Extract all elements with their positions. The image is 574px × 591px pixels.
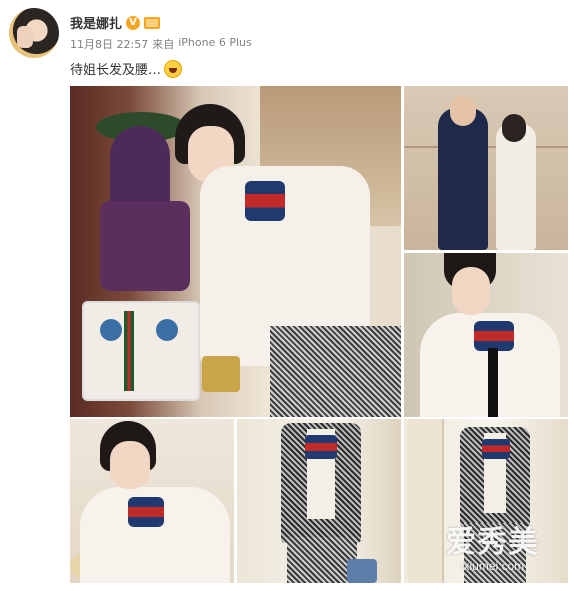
bow-shape xyxy=(474,321,514,351)
bow-shape xyxy=(128,497,164,527)
post-source-prefix: 来自 xyxy=(152,38,175,51)
post-text: 待姐长发及腰… xyxy=(70,59,183,78)
username[interactable]: 我是娜扎 xyxy=(70,13,122,32)
door-shape xyxy=(408,419,444,583)
avatar-hand-shape xyxy=(17,26,33,48)
post-timestamp[interactable]: 11月8日 22:57 xyxy=(70,36,148,52)
post-meta: 11月8日 22:57 来自 iPhone 6 Plus xyxy=(70,36,252,52)
post-image-4[interactable] xyxy=(70,419,234,583)
bow-shape xyxy=(245,181,285,221)
bag-shape xyxy=(347,559,377,583)
bag-shape xyxy=(82,301,200,401)
face-shape xyxy=(110,441,150,489)
bow-shape xyxy=(305,435,337,459)
post-image-6[interactable] xyxy=(404,419,568,583)
skirt-shape xyxy=(270,326,401,417)
verified-icon: V xyxy=(126,15,141,30)
skirt-shape xyxy=(464,523,526,583)
laugh-emoji-icon xyxy=(164,59,183,78)
post-device: iPhone 6 Plus xyxy=(178,36,252,49)
vip-crown-icon xyxy=(144,16,161,29)
bag-stripe-shape xyxy=(124,311,134,391)
post-image-3[interactable] xyxy=(404,253,568,417)
bust-shape xyxy=(100,201,190,291)
post-image-5[interactable] xyxy=(237,419,401,583)
woman-head-shape xyxy=(502,114,526,142)
gold-bag-shape xyxy=(202,356,240,392)
post-text-content: 待姐长发及腰… xyxy=(70,63,162,78)
man-head-shape xyxy=(450,96,476,126)
avatar[interactable] xyxy=(9,8,59,58)
face-shape xyxy=(452,267,490,315)
bow-shape xyxy=(482,439,510,459)
post-image-2[interactable] xyxy=(404,86,568,250)
post-image-1[interactable] xyxy=(70,86,401,417)
man-shape xyxy=(438,108,488,250)
woman-shape xyxy=(496,124,536,250)
username-row: 我是娜扎 V xyxy=(70,13,161,32)
weibo-post: 我是娜扎 V 11月8日 22:57 来自 iPhone 6 Plus 待姐长发… xyxy=(0,0,574,591)
ribbon-shape xyxy=(488,348,498,417)
